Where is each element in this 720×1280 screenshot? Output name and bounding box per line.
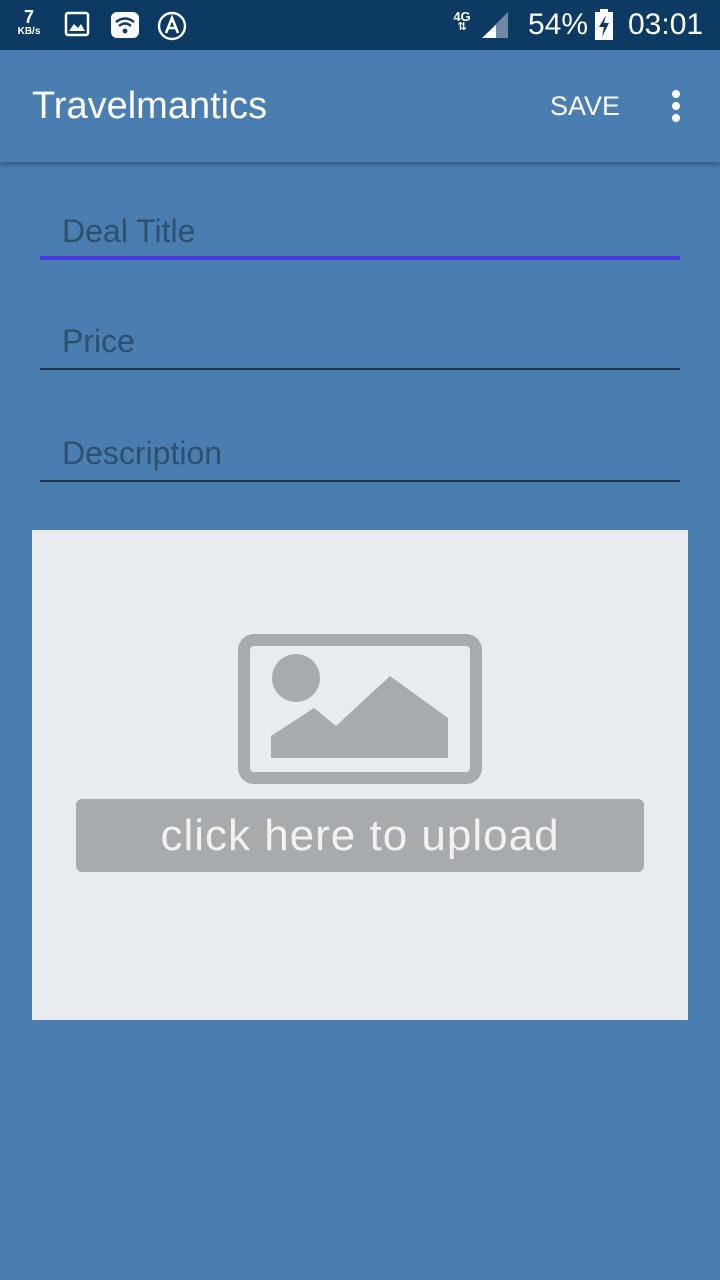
gallery-icon [64,11,90,42]
image-upload-area[interactable]: click here to upload [32,530,688,1020]
description-underline [40,480,680,482]
app-title: Travelmantics [32,85,268,127]
network-speed-unit: KB/s [17,26,41,37]
price-underline [40,368,680,370]
app-bar: Travelmantics SAVE [0,50,720,162]
menu-dot [672,90,680,98]
description-input[interactable] [40,426,680,480]
price-input[interactable] [40,314,680,368]
menu-dot [672,114,680,122]
save-button[interactable]: SAVE [540,86,630,126]
description-field [40,426,680,482]
battery-percent: 54% [528,8,589,41]
deal-title-underline [40,256,680,260]
menu-dot [672,102,680,110]
more-vert-icon[interactable] [660,80,692,132]
network-type: 4G ⇅ [450,10,474,33]
upload-label: click here to upload [76,799,644,872]
clock: 03:01 [628,8,704,41]
signal-icon [480,10,510,45]
deal-title-field [40,204,680,260]
battery-charging-icon [594,9,614,46]
network-speed: 7 KB/s [12,8,46,37]
auto-a-icon [157,11,187,46]
status-bar: 7 KB/s 4G ⇅ 54% 03:01 [0,0,720,50]
wifi-icon [110,11,140,44]
image-placeholder-icon [238,634,482,789]
price-field [40,314,680,370]
network-speed-value: 7 [23,7,34,27]
deal-title-input[interactable] [40,204,680,258]
